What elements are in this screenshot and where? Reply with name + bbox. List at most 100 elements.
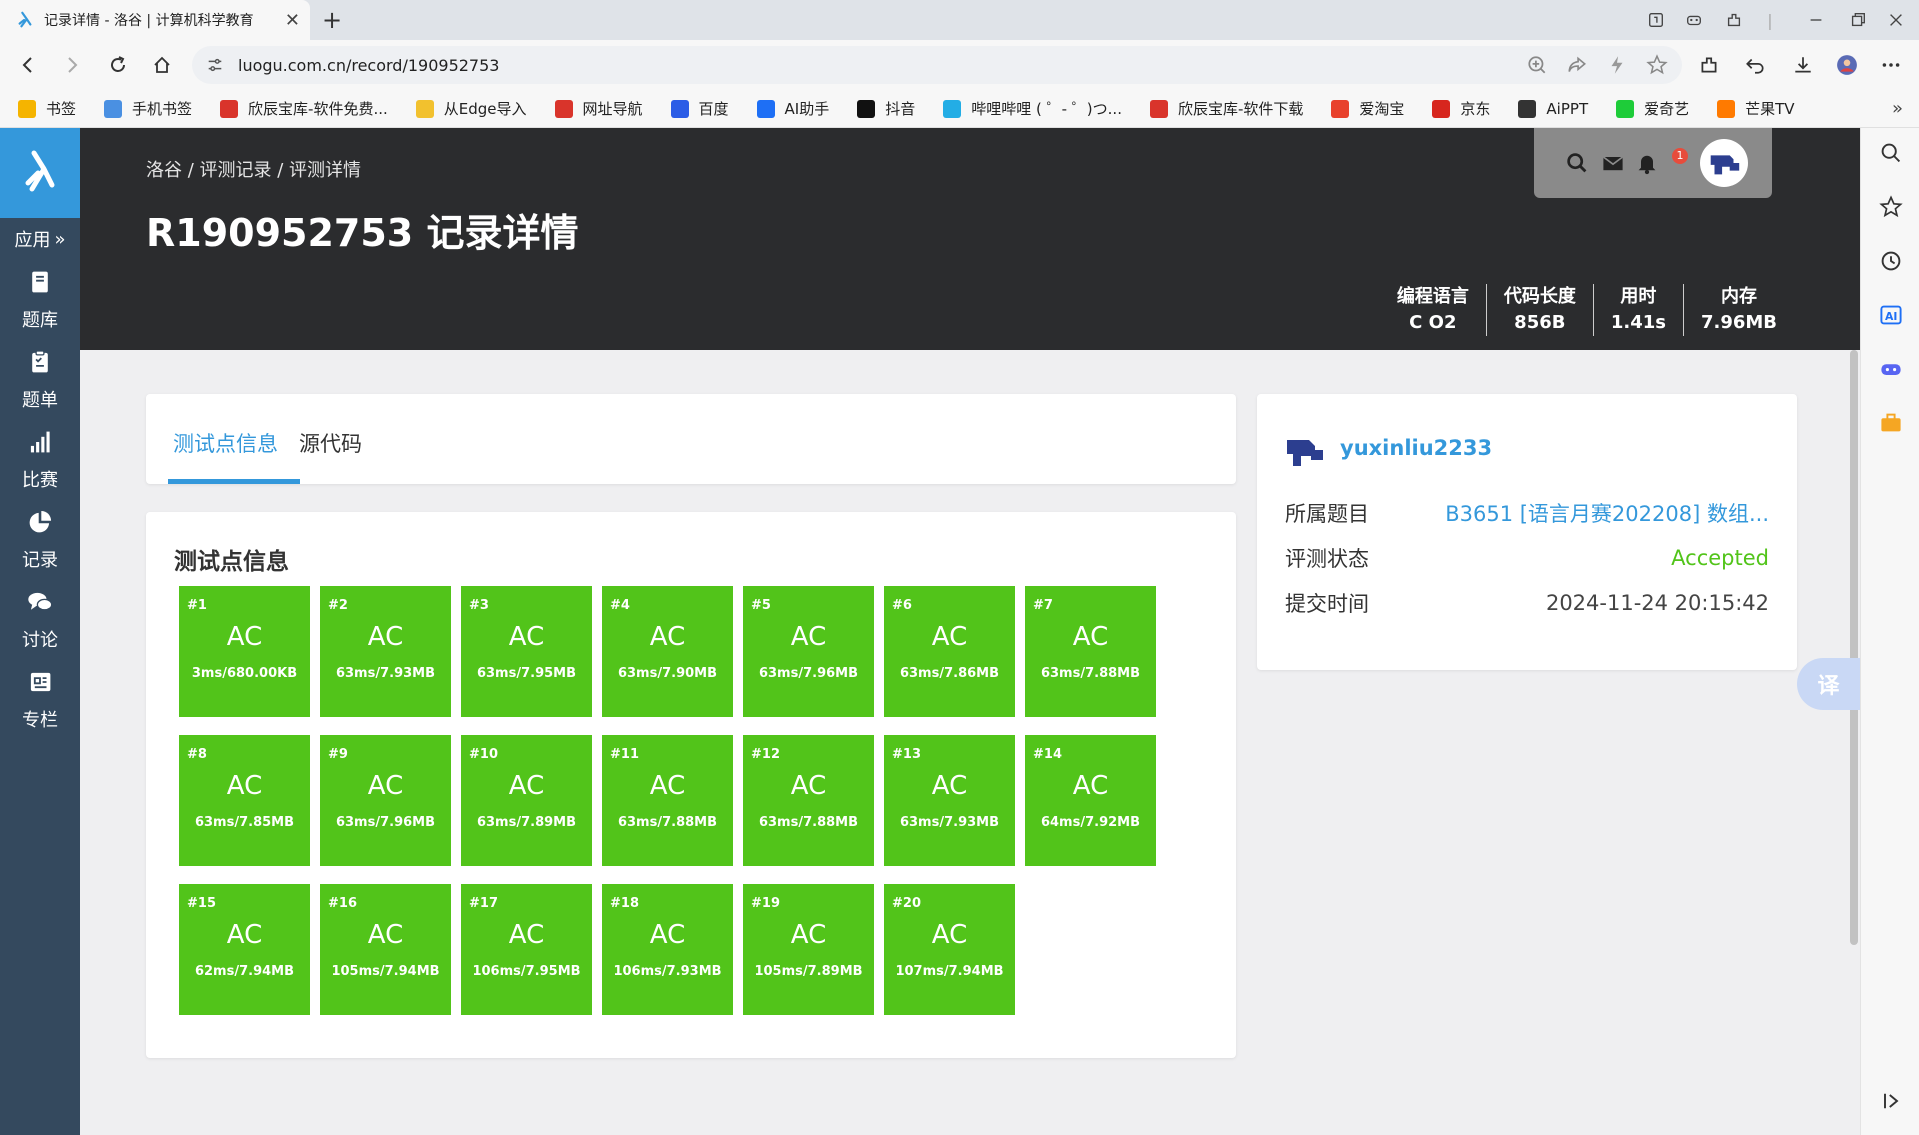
bookmark-item[interactable]: 欣辰宝库-软件免费...	[220, 98, 388, 119]
nav-item-label: 记录	[22, 549, 58, 571]
search-icon[interactable]	[1564, 150, 1590, 176]
user-avatar-icon[interactable]	[1285, 432, 1325, 472]
info-row-value[interactable]: B3651 [语言月赛202208] 数组...	[1445, 498, 1769, 528]
translate-button[interactable]: 译	[1797, 658, 1860, 710]
test-cases-card: 测试点信息 #1 AC 3ms/680.00KB #2 AC 63ms/7.93MB #3 A…	[146, 512, 1236, 1058]
reload-icon[interactable]	[102, 50, 134, 80]
close-window-icon[interactable]	[1880, 6, 1912, 34]
test-case-tile[interactable]: #12 AC 63ms/7.88MB	[743, 735, 874, 866]
test-case-tile[interactable]: #8 AC 63ms/7.85MB	[179, 735, 310, 866]
test-case-tile[interactable]: #20 AC 107ms/7.94MB	[884, 884, 1015, 1015]
bookmark-label: 芒果TV	[1745, 100, 1795, 118]
nav-item[interactable]: 题库	[0, 260, 80, 340]
test-case-tile[interactable]: #10 AC 63ms/7.89MB	[461, 735, 592, 866]
close-tab-icon[interactable]: ✕	[285, 10, 300, 31]
nav-item[interactable]: 讨论	[0, 580, 80, 660]
test-case-tile[interactable]: #18 AC 106ms/7.93MB	[602, 884, 733, 1015]
bookmark-item[interactable]: 京东	[1432, 98, 1490, 119]
nav-item[interactable]: 题单	[0, 340, 80, 420]
app-menu-toggle[interactable]: 应用 »	[0, 218, 80, 260]
history-back-icon[interactable]	[1742, 52, 1768, 78]
test-case-tile[interactable]: #2 AC 63ms/7.93MB	[320, 586, 451, 717]
mail-icon[interactable]	[1600, 150, 1626, 176]
breadcrumb[interactable]: 洛谷 / 评测记录 / 评测详情	[146, 156, 361, 182]
forward-icon[interactable]	[56, 50, 88, 80]
home-icon[interactable]	[146, 50, 178, 80]
test-case-tile[interactable]: #15 AC 62ms/7.94MB	[179, 884, 310, 1015]
test-case-tile[interactable]: #14 AC 64ms/7.92MB	[1025, 735, 1156, 866]
page-scrollbar-thumb[interactable]	[1850, 350, 1858, 945]
test-case-status: AC	[931, 920, 968, 950]
test-case-tile[interactable]: #4 AC 63ms/7.90MB	[602, 586, 733, 717]
tab-source-code[interactable]: 源代码	[299, 428, 362, 458]
sidebar-tools-icon[interactable]	[1878, 410, 1904, 436]
sidebar-collapse-icon[interactable]	[1878, 1088, 1904, 1114]
test-case-tile[interactable]: #5 AC 63ms/7.96MB	[743, 586, 874, 717]
restore-icon[interactable]	[1842, 6, 1874, 34]
bookmark-item[interactable]: 手机书签	[104, 98, 192, 119]
bookmark-item[interactable]: AiPPT	[1518, 99, 1588, 118]
favorite-star-icon[interactable]	[1646, 54, 1668, 76]
extensions-top-icon[interactable]	[1718, 6, 1750, 34]
profile-avatar-icon[interactable]	[1834, 52, 1860, 78]
flash-icon[interactable]	[1606, 54, 1628, 76]
bookmark-item[interactable]: 网址导航	[554, 98, 643, 119]
minimize-icon[interactable]	[1800, 6, 1832, 34]
bookmark-item[interactable]: 爱奇艺	[1616, 98, 1689, 119]
test-case-time-memory: 63ms/7.88MB	[758, 815, 859, 830]
nav-item[interactable]: 专栏	[0, 660, 80, 740]
tab-test-info[interactable]: 测试点信息	[173, 428, 278, 458]
test-case-tile[interactable]: #11 AC 63ms/7.88MB	[602, 735, 733, 866]
sidebar-favorites-icon[interactable]	[1878, 194, 1904, 220]
sidebar-games-icon[interactable]	[1878, 356, 1904, 382]
left-nav: 应用 » 题库 题单 比赛记录讨论专栏	[0, 128, 80, 1135]
test-case-tile[interactable]: #3 AC 63ms/7.95MB	[461, 586, 592, 717]
extensions-icon[interactable]	[1696, 52, 1722, 78]
nav-item[interactable]: 比赛	[0, 420, 80, 500]
username-link[interactable]: yuxinliu2233	[1340, 436, 1492, 460]
test-case-tile[interactable]: #7 AC 63ms/7.88MB	[1025, 586, 1156, 717]
test-case-tile[interactable]: #1 AC 3ms/680.00KB	[179, 586, 310, 717]
stat-item: 编程语言 C O2	[1380, 284, 1486, 336]
bookmark-item[interactable]: 芒果TV	[1717, 98, 1795, 119]
bookmark-item[interactable]: 抖音	[857, 98, 915, 119]
sidebar-history-icon[interactable]	[1878, 248, 1904, 274]
browser-tab[interactable]: 记录详情 - 洛谷 | 计算机科学教育 ✕	[0, 0, 310, 40]
new-tab-icon[interactable]: +	[322, 6, 342, 34]
test-case-tile[interactable]: #6 AC 63ms/7.86MB	[884, 586, 1015, 717]
luogu-logo[interactable]	[0, 128, 80, 218]
address-bar[interactable]: luogu.com.cn/record/190952753	[192, 46, 1682, 84]
user-avatar[interactable]	[1700, 139, 1748, 187]
nav-item-label: 讨论	[22, 629, 58, 651]
test-case-tile[interactable]: #17 AC 106ms/7.95MB	[461, 884, 592, 1015]
tab-actions-icon[interactable]	[1640, 6, 1672, 34]
info-row-value: 2024-11-24 20:15:42	[1545, 591, 1769, 615]
test-case-tile[interactable]: #16 AC 105ms/7.94MB	[320, 884, 451, 1015]
download-icon[interactable]	[1790, 52, 1816, 78]
test-case-status: AC	[226, 920, 263, 950]
test-case-tile[interactable]: #9 AC 63ms/7.96MB	[320, 735, 451, 866]
sidebar-ai-icon[interactable]: AI	[1878, 302, 1904, 328]
test-case-tile[interactable]: #19 AC 105ms/7.89MB	[743, 884, 874, 1015]
bookmark-item[interactable]: 从Edge导入	[415, 98, 527, 119]
test-case-id: #19	[751, 896, 780, 911]
site-info-icon[interactable]	[206, 56, 224, 74]
test-case-time-memory: 63ms/7.90MB	[617, 666, 718, 681]
bookmark-item[interactable]: 欣辰宝库-软件下载	[1149, 98, 1303, 119]
bell-icon[interactable]	[1634, 150, 1660, 176]
games-icon[interactable]	[1678, 6, 1710, 34]
share-icon[interactable]	[1566, 54, 1588, 76]
bookmark-item[interactable]: 书签	[18, 98, 76, 119]
zoom-icon[interactable]	[1526, 54, 1548, 76]
bookmark-item[interactable]: 爱淘宝	[1331, 98, 1404, 119]
sidebar-search-icon[interactable]	[1878, 140, 1904, 166]
bookmark-label: 欣辰宝库-软件免费...	[248, 100, 388, 118]
bookmark-item[interactable]: 哔哩哔哩 ( ゜- ゜)つ...	[943, 98, 1122, 119]
back-icon[interactable]	[12, 50, 44, 80]
bookmark-item[interactable]: 百度	[670, 98, 729, 119]
bookmarks-overflow-icon[interactable]: »	[1892, 98, 1903, 119]
more-menu-icon[interactable]	[1878, 52, 1904, 78]
bookmark-item[interactable]: AI助手	[756, 98, 829, 119]
nav-item[interactable]: 记录	[0, 500, 80, 580]
test-case-tile[interactable]: #13 AC 63ms/7.93MB	[884, 735, 1015, 866]
